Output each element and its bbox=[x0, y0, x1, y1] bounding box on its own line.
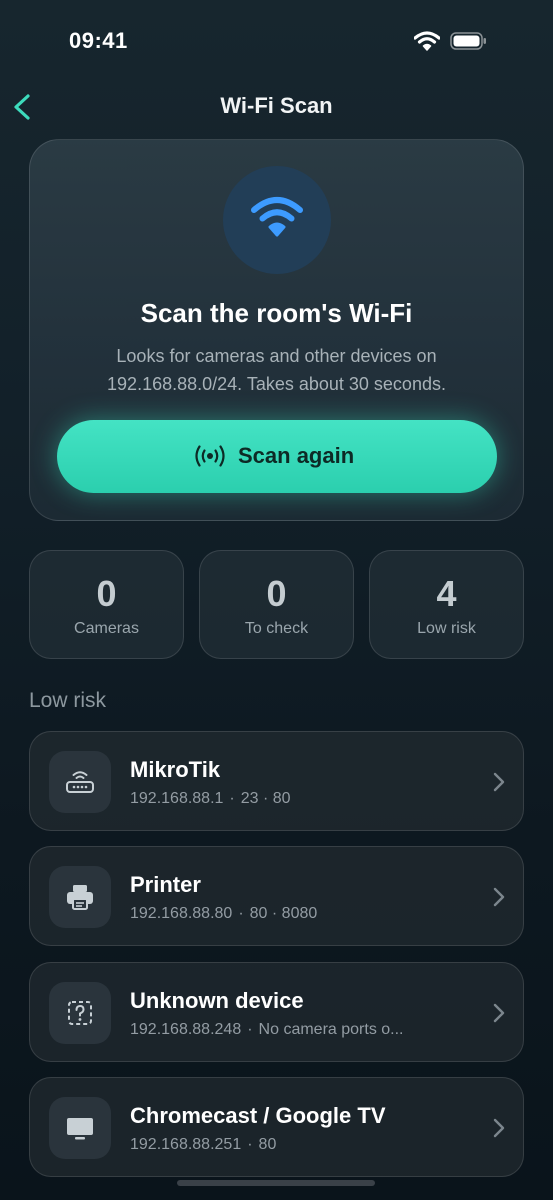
stat-cameras: 0 Cameras bbox=[29, 550, 184, 659]
chevron-right-icon bbox=[493, 887, 505, 907]
device-row-chromecast[interactable]: Chromecast / Google TV 192.168.88.251 · 80 bbox=[29, 1077, 524, 1177]
scan-card: Scan the room's Wi-Fi Looks for cameras … bbox=[29, 139, 524, 521]
device-ports: 80 · 8080 bbox=[249, 905, 318, 922]
device-ports: 80 bbox=[258, 1136, 277, 1153]
status-time: 09:41 bbox=[69, 28, 128, 53]
router-icon bbox=[49, 751, 111, 813]
home-indicator[interactable] bbox=[177, 1180, 375, 1186]
chevron-right-icon bbox=[493, 772, 505, 792]
scan-again-label: Scan again bbox=[238, 443, 355, 468]
device-meta: 192.168.88.248 · No camera ports o... bbox=[130, 1021, 404, 1038]
device-name: Chromecast / Google TV bbox=[130, 1103, 386, 1128]
unknown-device-icon bbox=[49, 982, 111, 1044]
device-ports: No camera ports o... bbox=[258, 1021, 404, 1038]
wifi-icon bbox=[251, 197, 303, 237]
chevron-right-icon bbox=[493, 1003, 505, 1023]
stat-to-check: 0 To check bbox=[199, 550, 354, 659]
wifi-badge bbox=[223, 166, 331, 274]
device-row-mikrotik[interactable]: MikroTik 192.168.88.1 · 23 · 80 bbox=[29, 731, 524, 831]
stat-value: 0 bbox=[96, 573, 117, 614]
printer-icon bbox=[49, 866, 111, 928]
scan-again-button[interactable]: Scan again bbox=[57, 420, 497, 493]
stat-label: Low risk bbox=[417, 620, 476, 637]
scan-card-title: Scan the room's Wi-Fi bbox=[140, 298, 413, 328]
stat-label: Cameras bbox=[74, 620, 139, 637]
device-ports: 23 · 80 bbox=[240, 790, 291, 807]
device-name: Printer bbox=[130, 872, 201, 897]
scan-card-description: Looks for cameras and other devices on 1… bbox=[107, 346, 446, 394]
device-name: MikroTik bbox=[130, 757, 221, 782]
device-name: Unknown device bbox=[130, 988, 304, 1013]
device-meta: 192.168.88.251 · 80 bbox=[130, 1136, 277, 1153]
stat-value: 4 bbox=[436, 573, 457, 614]
device-ip: 192.168.88.248 bbox=[130, 1021, 242, 1038]
device-row-printer[interactable]: Printer 192.168.88.80 · 80 · 8080 bbox=[29, 846, 524, 946]
nav-bar: Wi-Fi Scan bbox=[0, 84, 553, 130]
section-heading-low-risk: Low risk bbox=[29, 689, 107, 712]
page-title: Wi-Fi Scan bbox=[220, 93, 333, 118]
device-ip: 192.168.88.80 bbox=[130, 905, 233, 922]
wifi-signal-icon bbox=[413, 31, 441, 51]
stat-low-risk: 4 Low risk bbox=[369, 550, 524, 659]
battery-icon bbox=[450, 32, 487, 50]
device-row-unknown-device[interactable]: Unknown device 192.168.88.248 · No camera … bbox=[29, 962, 524, 1062]
chevron-right-icon bbox=[493, 1118, 505, 1138]
stat-value: 0 bbox=[266, 573, 287, 614]
status-bar: 09:41 bbox=[0, 0, 553, 80]
device-meta: 192.168.88.80 · 80 · 8080 bbox=[130, 905, 318, 922]
device-meta: 192.168.88.1 · 23 · 80 bbox=[130, 790, 291, 807]
stat-label: To check bbox=[244, 620, 309, 637]
broadcast-icon bbox=[195, 445, 225, 467]
device-ip: 192.168.88.251 bbox=[130, 1136, 242, 1153]
device-ip: 192.168.88.1 bbox=[130, 790, 224, 807]
tv-icon bbox=[49, 1097, 111, 1159]
